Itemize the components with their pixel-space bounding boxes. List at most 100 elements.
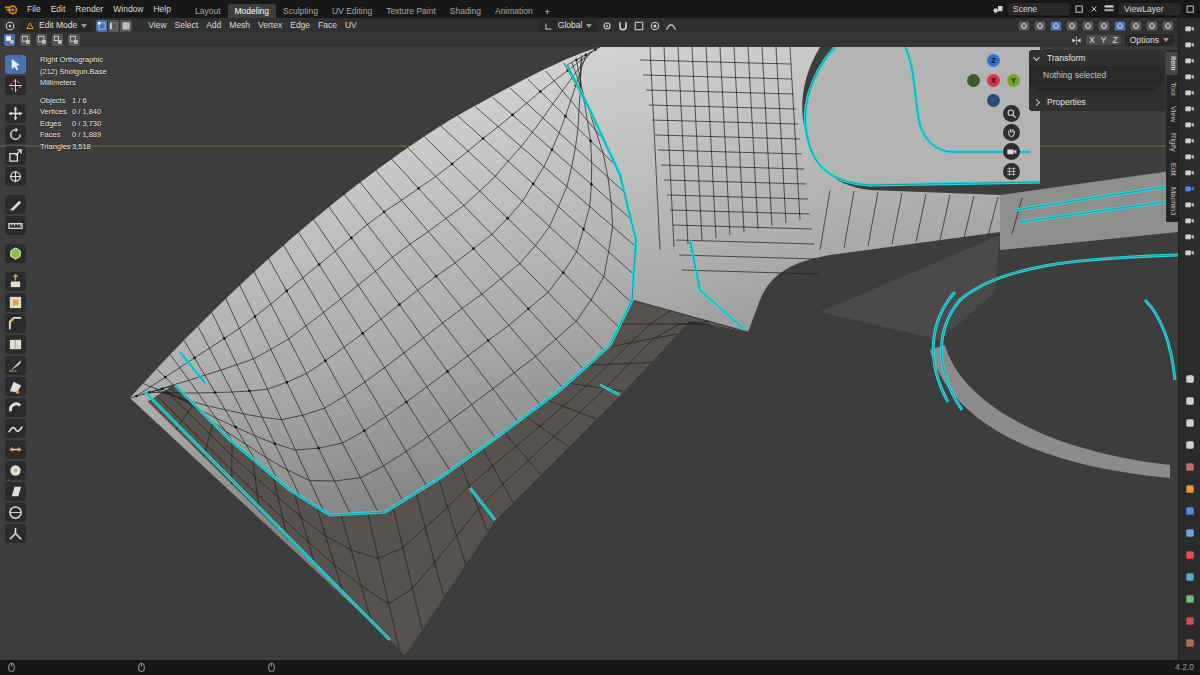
scene-field[interactable]: Scene	[1008, 3, 1070, 15]
properties-tab-8-icon[interactable]	[1184, 549, 1196, 561]
workspace-tab[interactable]: Modeling	[228, 4, 277, 18]
properties-tab-0-icon[interactable]	[1184, 373, 1196, 385]
tool-button[interactable]	[5, 244, 26, 263]
negative-z-axis-ball[interactable]	[987, 94, 1000, 107]
3d-viewport[interactable]: Right Orthographic(212) Shotgun.BaseMill…	[0, 47, 1178, 660]
tool-button[interactable]	[5, 461, 26, 480]
transform-panel-header[interactable]: Transform	[1029, 50, 1165, 66]
workspace-tab[interactable]: Sculpting	[276, 4, 325, 18]
duplicate-icon[interactable]	[1185, 4, 1196, 15]
camera-toggle-icon[interactable]	[1184, 135, 1195, 146]
properties-tab-3-icon[interactable]	[1184, 439, 1196, 451]
properties-tab-11-icon[interactable]	[1184, 615, 1196, 627]
header-menu-item[interactable]: Add	[202, 20, 225, 30]
header-menu-item[interactable]: Select	[171, 20, 203, 30]
select-mode-button[interactable]	[120, 20, 132, 32]
header-menu-item[interactable]: Face	[314, 20, 341, 30]
sidebar-tab[interactable]: Tool	[1166, 78, 1178, 100]
properties-tab-6-icon[interactable]	[1184, 505, 1196, 517]
mesh-vertices[interactable]	[135, 48, 597, 449]
tool-button[interactable]	[5, 167, 26, 186]
viewport-nav-button[interactable]	[1003, 124, 1020, 141]
mode-dropdown[interactable]: Edit Mode	[20, 19, 92, 31]
camera-toggle-icon[interactable]	[1184, 87, 1195, 98]
camera-toggle-icon[interactable]	[1184, 231, 1195, 242]
expand-arrow-icon[interactable]	[1033, 54, 1040, 61]
camera-toggle-icon[interactable]	[1184, 71, 1195, 82]
solid-shading-icon[interactable]	[1114, 20, 1126, 32]
snap-icon[interactable]	[617, 20, 629, 32]
options-dropdown[interactable]: Options	[1125, 34, 1174, 46]
properties-tab-7-icon[interactable]	[1184, 527, 1196, 539]
properties-tab-10-icon[interactable]	[1184, 593, 1196, 605]
add-workspace-button[interactable]: +	[540, 6, 555, 18]
tool-button[interactable]	[5, 195, 26, 214]
shading-options-icon[interactable]	[1162, 20, 1174, 32]
workspace-tab[interactable]: Shading	[443, 4, 488, 18]
camera-toggle-icon[interactable]	[1184, 55, 1195, 66]
sidebar-tab[interactable]: Machin3	[1166, 183, 1178, 219]
header-menu-item[interactable]: Vertex	[254, 20, 286, 30]
sidebar-tab[interactable]: Rigify	[1166, 129, 1178, 156]
tool-button[interactable]	[5, 377, 26, 396]
scene-icon[interactable]	[992, 3, 1004, 15]
visibility-icon[interactable]	[1018, 20, 1030, 32]
menu-item[interactable]: File	[22, 3, 46, 15]
xray-icon[interactable]	[1082, 20, 1094, 32]
tool-button[interactable]	[5, 146, 26, 165]
proportional-icon[interactable]	[649, 20, 661, 32]
tool-button[interactable]	[5, 272, 26, 291]
tool-button[interactable]	[5, 440, 26, 459]
workspace-tab[interactable]: UV Editing	[325, 4, 379, 18]
camera-toggle-icon[interactable]	[1184, 119, 1195, 130]
properties-tab-2-icon[interactable]	[1184, 417, 1196, 429]
mirror-axis-toggle[interactable]: Z	[1110, 35, 1121, 45]
camera-toggle-icon[interactable]	[1184, 183, 1195, 194]
workspace-tab[interactable]: Animation	[488, 4, 540, 18]
properties-tab-12-icon[interactable]	[1184, 637, 1196, 649]
tool-button[interactable]	[5, 419, 26, 438]
header-menu-item[interactable]: Edge	[286, 20, 314, 30]
view-layer-field[interactable]: ViewLayer	[1119, 3, 1181, 15]
tool-button[interactable]	[5, 55, 26, 74]
close-icon[interactable]	[1089, 4, 1099, 14]
properties-tab-5-icon[interactable]	[1184, 483, 1196, 495]
snap-target-icon[interactable]	[633, 20, 645, 32]
workspace-tab[interactable]: Layout	[188, 4, 228, 18]
expand-arrow-icon[interactable]	[1033, 99, 1040, 106]
tool-button[interactable]	[5, 216, 26, 235]
axis-ball[interactable]: Y	[1007, 74, 1020, 87]
menu-item[interactable]: Window	[108, 3, 148, 15]
camera-toggle-icon[interactable]	[1184, 151, 1195, 162]
properties-tab-1-icon[interactable]	[1184, 395, 1196, 407]
sidebar-tab[interactable]: Edit	[1166, 159, 1178, 180]
tool-button[interactable]	[5, 524, 26, 543]
sidebar-tab[interactable]: View	[1166, 102, 1178, 126]
camera-toggle-icon[interactable]	[1184, 39, 1195, 50]
menu-item[interactable]: Edit	[46, 3, 71, 15]
header-menu-item[interactable]: UV	[341, 20, 361, 30]
box-select-mode-button[interactable]	[36, 34, 48, 46]
orientation-dropdown[interactable]: Global	[539, 19, 598, 31]
select-mode-button[interactable]	[96, 20, 108, 32]
header-menu-item[interactable]: View	[144, 20, 170, 30]
tool-button[interactable]	[5, 314, 26, 333]
render-shading-icon[interactable]	[1146, 20, 1158, 32]
duplicate-icon[interactable]	[1074, 4, 1085, 15]
wireframe-shading-icon[interactable]	[1098, 20, 1110, 32]
tool-button[interactable]	[5, 335, 26, 354]
shotgun-mesh-drawing[interactable]	[0, 47, 1178, 660]
workspace-tab[interactable]: Texture Paint	[379, 4, 443, 18]
editor-type-icon[interactable]	[4, 20, 16, 32]
gizmo-icon[interactable]	[1034, 20, 1046, 32]
tool-button[interactable]	[5, 356, 26, 375]
tool-button[interactable]	[5, 104, 26, 123]
box-select-mode-button[interactable]	[68, 34, 80, 46]
falloff-icon[interactable]	[665, 20, 677, 32]
select-mode-button[interactable]	[108, 20, 120, 32]
tool-button[interactable]	[5, 293, 26, 312]
header-menu-item[interactable]: Mesh	[225, 20, 254, 30]
pivot-icon[interactable]	[601, 20, 613, 32]
tool-button[interactable]	[5, 398, 26, 417]
camera-toggle-icon[interactable]	[1184, 247, 1195, 258]
